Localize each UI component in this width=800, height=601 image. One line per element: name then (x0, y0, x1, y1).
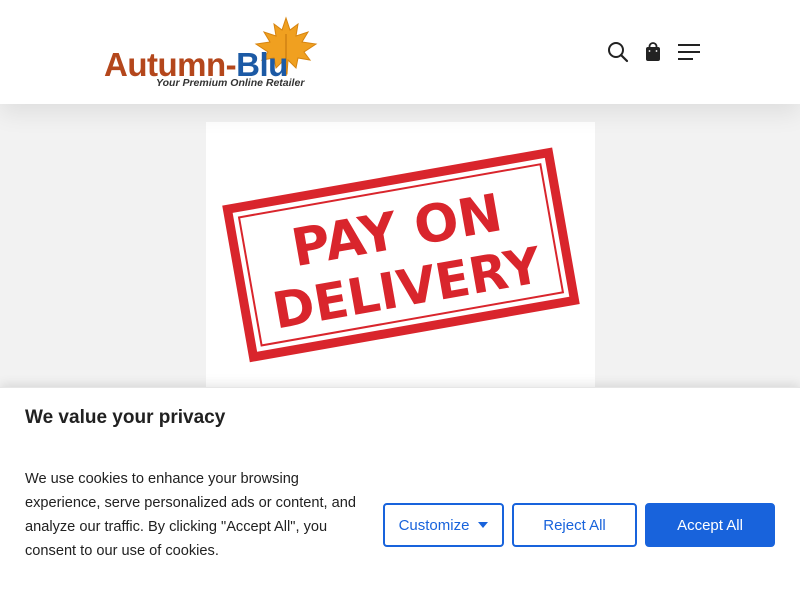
shopping-bag-icon[interactable] (642, 41, 664, 63)
hamburger-menu-icon[interactable] (677, 41, 701, 63)
pay-on-delivery-stamp: PAY ON DELIVERY (222, 147, 580, 363)
product-image[interactable]: PAY ON DELIVERY (206, 122, 595, 388)
cookie-title: We value your privacy (25, 407, 226, 428)
accept-all-button[interactable]: Accept All (645, 503, 775, 547)
accept-all-label: Accept All (677, 516, 743, 534)
logo-tagline: Your Premium Online Retailer (156, 77, 305, 89)
reject-all-button[interactable]: Reject All (512, 503, 637, 547)
cookie-description: We use cookies to enhance your browsing … (25, 471, 356, 559)
customize-button-label: Customize (398, 516, 470, 534)
reject-all-label: Reject All (543, 516, 606, 534)
customize-button[interactable]: Customize (383, 503, 504, 547)
search-icon[interactable] (607, 41, 629, 63)
site-header: Autumn-Blu Your Premium Online Retailer (0, 0, 800, 104)
site-logo[interactable]: Autumn-Blu Your Premium Online Retailer (102, 14, 322, 94)
cookie-consent-banner: We value your privacy We use cookies to … (0, 387, 800, 601)
caret-down-icon (478, 522, 489, 528)
